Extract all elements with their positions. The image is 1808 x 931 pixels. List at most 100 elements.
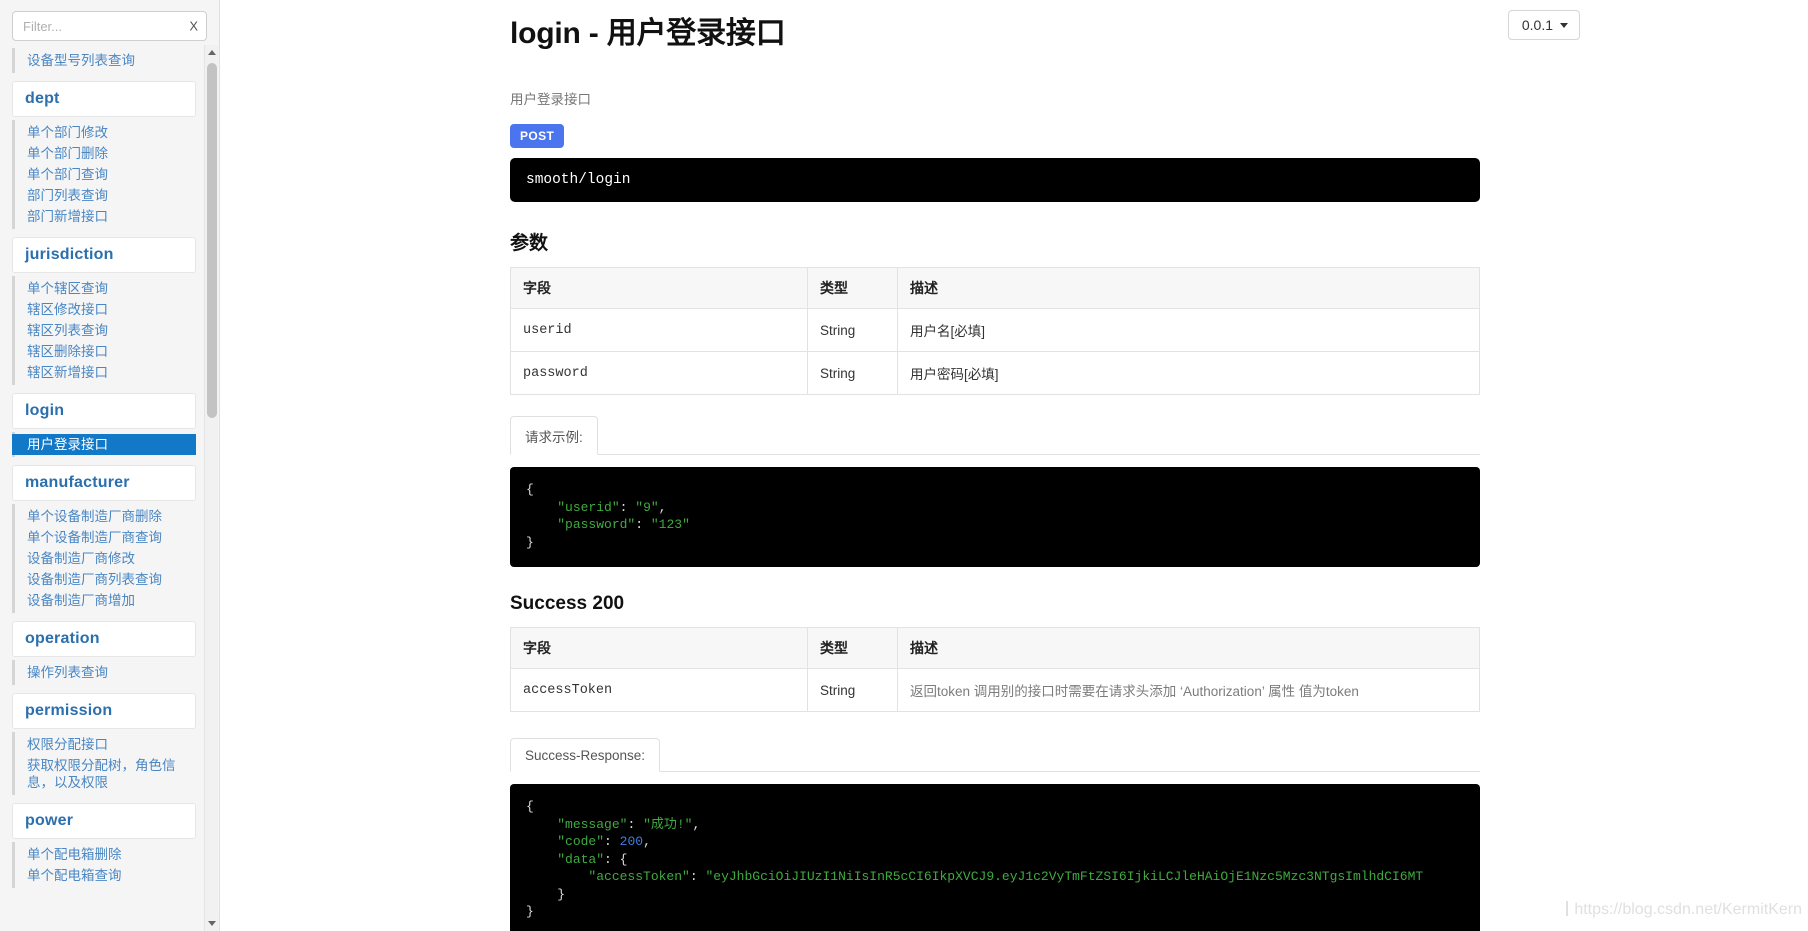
sidebar-scrollbar-thumb[interactable] [207,63,217,418]
sidebar-item[interactable]: 设备制造厂商增加 [15,590,196,611]
cell-field: userid [510,308,808,352]
code-token: } [526,534,534,550]
sidebar-scrollbar[interactable] [204,45,219,931]
params-section-title: 参数 [510,233,549,254]
http-method-badge: POST [510,124,565,148]
cell-field: accessToken [510,668,808,712]
sidebar-group-header-dept[interactable]: dept [12,81,196,117]
sidebar-item[interactable]: 单个部门查询 [15,164,196,185]
scroll-up-icon[interactable] [205,45,219,60]
code-token: , [643,834,651,849]
sidebar-item[interactable]: 部门列表查询 [15,185,196,206]
column-header-type: 类型 [807,627,898,669]
request-example-tabs: 请求示例: [510,416,1480,455]
column-header-desc: 描述 [897,267,1480,309]
code-token: "eyJhbGciOiJIUzI1NiIsInR5cCI6IkpXVCJ9.ey… [705,869,1424,884]
sidebar-item[interactable]: 单个设备制造厂商删除 [15,506,196,527]
code-token: : [689,869,698,884]
sidebar-item[interactable]: 单个辖区查询 [15,278,196,299]
scroll-down-icon[interactable] [205,916,219,931]
tab-request-example[interactable]: 请求示例: [510,416,598,455]
table-row: accessToken String 返回token 调用别的接口时需要在请求头添加… [510,668,1480,712]
watermark-text: https://blog.csdn.net/KermitKern [1574,901,1802,918]
sidebar-item[interactable]: 操作列表查询 [15,662,196,683]
sidebar-item[interactable]: 单个部门删除 [15,143,196,164]
sidebar-item[interactable]: 设备型号列表查询 [15,50,196,71]
code-token: { [611,851,628,867]
table-row: password String 用户密码[必填] [510,351,1480,395]
sidebar-item[interactable]: 设备制造厂商修改 [15,548,196,569]
sidebar-item[interactable]: 部门新增接口 [15,206,196,227]
sidebar-group-items: 单个设备制造厂商删除 单个设备制造厂商查询 设备制造厂商修改 设备制造厂商列表查询 设备… [12,504,196,613]
sidebar-group-items: 用户登录接口 [12,432,196,457]
code-token: 200 [619,834,644,849]
cell-field: password [510,351,808,395]
sidebar-item[interactable]: 辖区删除接口 [15,341,196,362]
code-token: "data" [557,851,605,867]
sidebar-item[interactable]: 单个部门修改 [15,122,196,143]
sidebar-item[interactable]: 权限分配接口 [15,734,196,755]
code-token: { [526,799,534,814]
sidebar-group-header-permission[interactable]: permission [12,693,196,729]
sidebar-group-header-jurisdiction[interactable]: jurisdiction [12,237,196,273]
code-token: { [526,482,534,497]
column-header-field: 字段 [510,267,808,309]
code-token: : [635,517,644,532]
sidebar-group-header-operation[interactable]: operation [12,621,196,657]
code-token: "成功!" [643,816,693,832]
cell-type: String [807,308,898,352]
sidebar-group-header-power[interactable]: power [12,803,196,839]
watermark-bar-icon [1566,901,1569,916]
sidebar-item[interactable]: 单个配电箱删除 [15,844,196,865]
main-content: 0.0.1 login - 用户登录接口 用户登录接口 POST smooth/… [220,0,1808,931]
version-selector[interactable]: 0.0.1 [1507,10,1580,40]
success-section-title: Success 200 [510,593,625,614]
success-table: 字段 类型 描述 accessToken String 返回token 调用别的接口… [510,627,1480,712]
code-token: } [526,904,534,919]
code-token: , [658,499,667,515]
cell-type: String [807,351,898,395]
sidebar-item[interactable]: 单个配电箱查询 [15,865,196,886]
sidebar-group-header-manufacturer[interactable]: manufacturer [12,465,196,501]
cell-desc: 用户名[必填] [897,308,1480,352]
sidebar-group-header-login[interactable]: login [12,393,196,429]
column-header-field: 字段 [510,627,808,669]
filter-input[interactable] [12,11,207,41]
code-token: "9" [635,499,659,515]
code-token: , [692,816,701,832]
sidebar-filter: X [12,11,207,41]
api-description: 用户登录接口 [510,92,591,107]
code-token: : [604,851,612,867]
code-token: "userid" [557,499,620,515]
api-article: login - 用户登录接口 用户登录接口 POST smooth/login … [510,0,1480,931]
sidebar-item[interactable]: 设备制造厂商列表查询 [15,569,196,590]
sidebar-group-items: 单个部门修改 单个部门删除 单个部门查询 部门列表查询 部门新增接口 [12,120,196,229]
sidebar-item[interactable]: 辖区修改接口 [15,299,196,320]
clear-filter-icon[interactable]: X [189,19,198,34]
chevron-down-icon [1560,22,1568,28]
sidebar-group-items: 操作列表查询 [12,660,196,685]
sidebar-item[interactable]: 辖区新增接口 [15,362,196,383]
cell-desc: 用户密码[必填] [897,351,1480,395]
success-response-tabs: Success-Response: [510,736,1480,772]
sidebar-item-active[interactable]: 用户登录接口 [12,434,196,455]
api-url: smooth/login [510,158,1480,202]
tab-success-response[interactable]: Success-Response: [510,738,661,772]
params-table: 字段 类型 描述 userid String 用户名[必填] password Stri… [510,267,1480,395]
sidebar-item[interactable]: 辖区列表查询 [15,320,196,341]
sidebar-orphan-group: 设备型号列表查询 [12,48,196,73]
sidebar-item[interactable]: 单个设备制造厂商查询 [15,527,196,548]
sidebar-group-items: 单个辖区查询 辖区修改接口 辖区列表查询 辖区删除接口 辖区新增接口 [12,276,196,385]
sidebar-item[interactable]: 获取权限分配树，角色信息，以及权限 [15,755,196,793]
code-token: "code" [557,834,605,849]
cell-desc: 返回token 调用别的接口时需要在请求头添加 ‘Authorization’ … [897,668,1480,712]
